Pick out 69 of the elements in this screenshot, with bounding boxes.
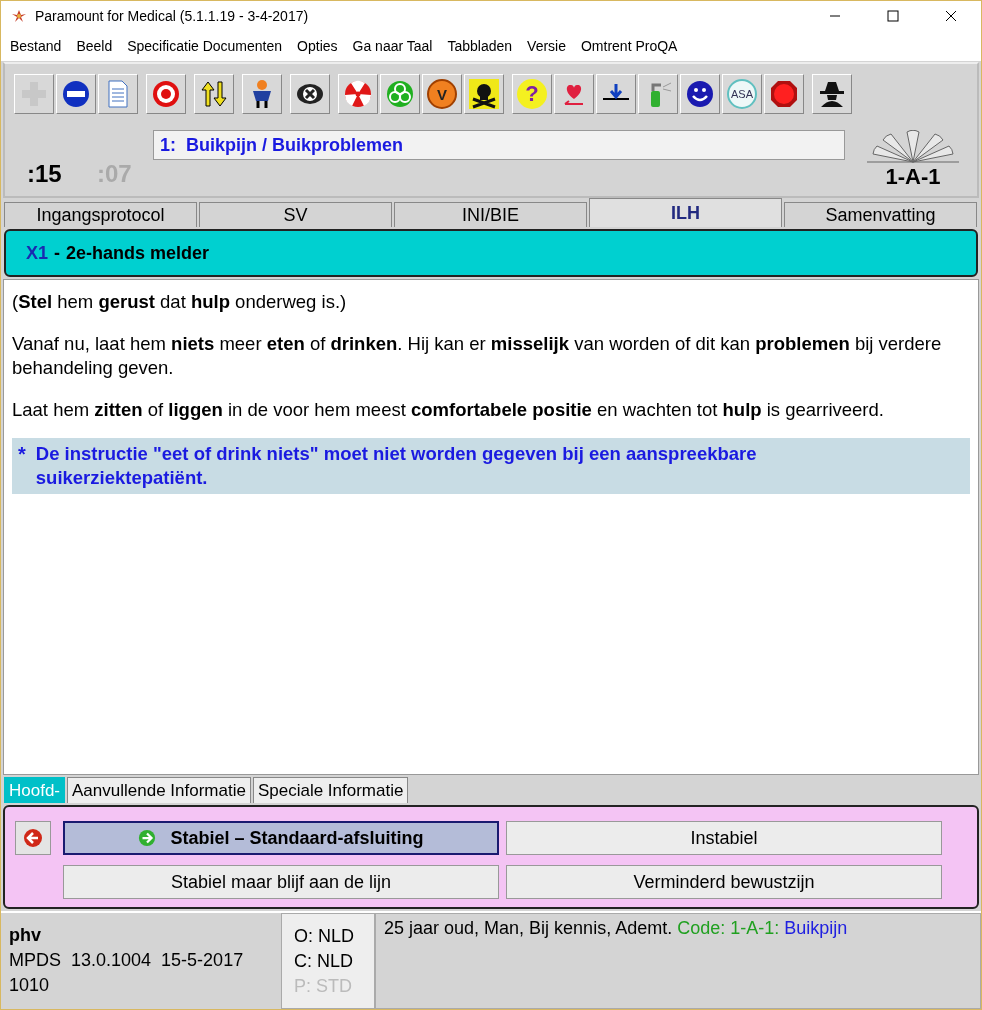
action-button[interactable]: Verminderd bewustzijn bbox=[506, 865, 942, 899]
section-code: X1 bbox=[26, 242, 49, 264]
fan-icon bbox=[865, 130, 961, 164]
subtab[interactable]: Speciale Informatie bbox=[252, 777, 409, 803]
stop-icon bbox=[769, 79, 799, 109]
tab[interactable]: ILH bbox=[589, 198, 782, 227]
note-text: De instructie "eet of drink niets" moet niet worden gegeven bij een aanspreekbare suikerziektepatiënt. bbox=[35, 442, 758, 490]
target-icon bbox=[151, 79, 181, 109]
menu-item[interactable]: Versie bbox=[527, 38, 566, 54]
language-code: C: NLD bbox=[294, 950, 353, 973]
minus-tool-button[interactable] bbox=[56, 74, 96, 114]
determinant-code: 1-A-1 bbox=[885, 164, 941, 190]
badge-tool-button[interactable]: V bbox=[422, 74, 462, 114]
app-logo-icon bbox=[11, 8, 27, 24]
down-tool-button[interactable] bbox=[596, 74, 636, 114]
badge-light-tool-button[interactable]: ASA bbox=[722, 74, 762, 114]
skull-tool-button[interactable] bbox=[464, 74, 504, 114]
case-summary: 25 jaar oud, Man, Bij kennis, Ademt. Code: 1-A-1: Buikpijn bbox=[384, 918, 848, 938]
heart-tool-button[interactable] bbox=[554, 74, 594, 114]
forward-arrow-icon bbox=[138, 829, 157, 847]
protocol-field: 1: Buikpijn / Buikproblemen bbox=[153, 130, 845, 160]
target-tool-button[interactable] bbox=[146, 74, 186, 114]
menu-item[interactable]: Tabbladen bbox=[447, 38, 513, 54]
tab[interactable]: INI/BIE bbox=[394, 202, 587, 227]
stop-tool-button[interactable] bbox=[764, 74, 804, 114]
instruction-paragraph: (Stel hem gerust dat hulp onderweg is.) bbox=[12, 290, 348, 314]
subtab[interactable]: Aanvullende Informatie bbox=[67, 777, 251, 803]
section-title: 2e-hands melder bbox=[66, 242, 210, 264]
menu-item[interactable]: Ga naar Taal bbox=[352, 38, 433, 54]
skull-icon bbox=[469, 79, 499, 109]
question-tool-button[interactable]: ? bbox=[512, 74, 552, 114]
window-title: Paramount for Medical (5.1.1.19 - 3-4-2017) bbox=[35, 8, 309, 24]
tab[interactable]: Ingangsprotocol bbox=[4, 202, 197, 227]
tab[interactable]: SV bbox=[199, 202, 392, 227]
instruction-paragraph: Vanaf nu, laat hem niets meer eten of drinken. Hij kan er misselijk van worden of dit kan problemen bij verdere behandeling geven. bbox=[12, 332, 943, 380]
user-name: phv bbox=[9, 924, 41, 947]
action-button[interactable]: Stabiel maar blijf aan de lijn bbox=[63, 865, 499, 899]
instruction-paragraph: Laat hem zitten of liggen in de voor hem meest comfortabele positie en wachten tot hulp is gearriveerd. bbox=[12, 398, 885, 422]
spy-tool-button[interactable] bbox=[812, 74, 852, 114]
minus-icon bbox=[61, 79, 91, 109]
biohazard-icon bbox=[385, 79, 415, 109]
back-arrow-icon bbox=[23, 828, 43, 848]
station-id: 1010 bbox=[9, 974, 50, 997]
arrows-tool-button[interactable] bbox=[194, 74, 234, 114]
tab[interactable]: Samenvatting bbox=[784, 202, 977, 227]
action-button[interactable]: Instabiel bbox=[506, 821, 942, 855]
elapsed-timer: :15 bbox=[27, 160, 63, 189]
up-down-arrows-icon bbox=[199, 79, 229, 109]
section-dash: - bbox=[54, 242, 61, 264]
menu-item[interactable]: Specificatie Documenten bbox=[127, 38, 283, 54]
version-info: MPDS 13.0.1004 15-5-2017 bbox=[9, 949, 244, 972]
radiation-tool-button[interactable] bbox=[338, 74, 378, 114]
menu-item[interactable]: Opties bbox=[297, 38, 338, 54]
figure-tool-button[interactable] bbox=[242, 74, 282, 114]
hat-figure-icon bbox=[817, 79, 847, 109]
language-code: O: NLD bbox=[294, 925, 354, 948]
smiley-icon bbox=[685, 79, 715, 109]
smile-tool-button[interactable] bbox=[680, 74, 720, 114]
radiation-icon bbox=[343, 79, 373, 109]
menu-item[interactable]: Bestand bbox=[10, 38, 62, 54]
menu-item[interactable]: Beeld bbox=[76, 38, 113, 54]
menu-item[interactable]: Omtrent ProQA bbox=[581, 38, 678, 54]
cross-tool-button[interactable] bbox=[290, 74, 330, 114]
back-button[interactable] bbox=[15, 821, 51, 855]
note-asterisk: * bbox=[18, 442, 26, 467]
biohazard-tool-button[interactable] bbox=[380, 74, 420, 114]
action-button[interactable]: Stabiel – Standaard-afsluiting bbox=[63, 821, 499, 855]
maximize-icon[interactable] bbox=[887, 10, 899, 22]
close-icon[interactable] bbox=[945, 10, 957, 22]
